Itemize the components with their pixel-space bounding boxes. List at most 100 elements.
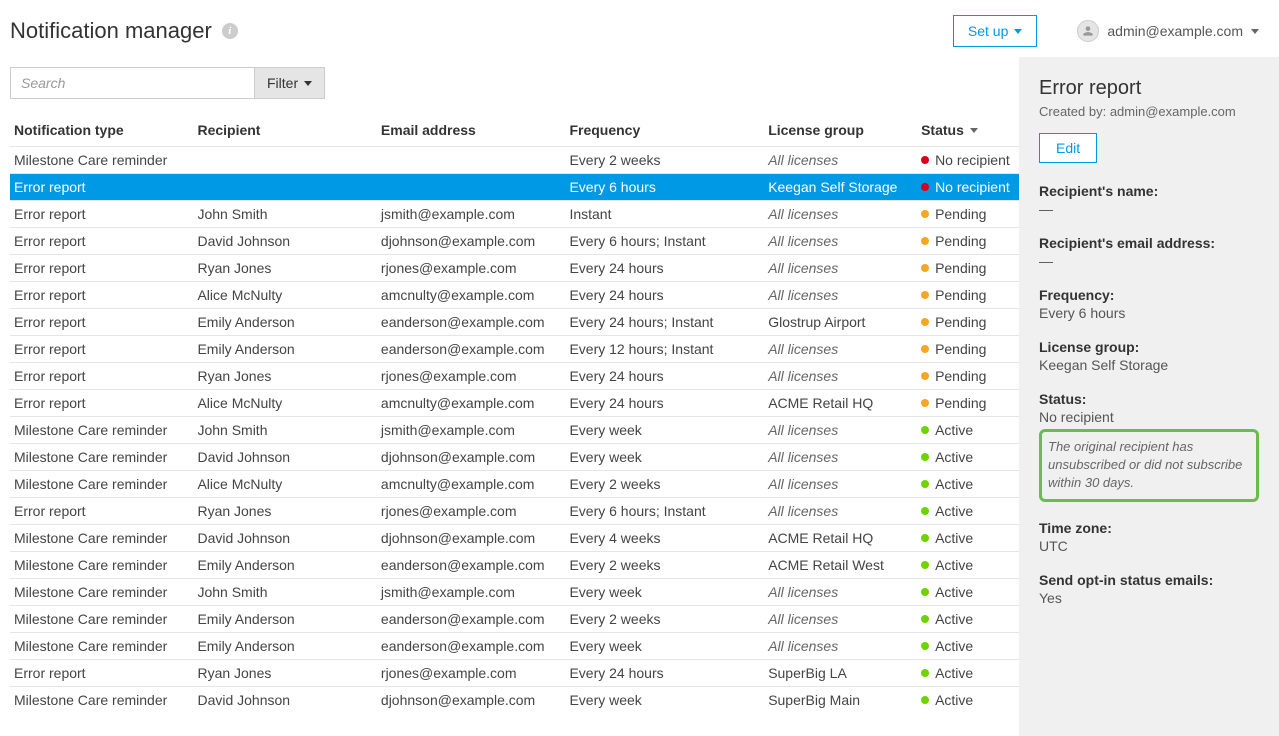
status-text: Active [935,584,973,600]
user-email: admin@example.com [1107,23,1243,39]
edit-button[interactable]: Edit [1039,133,1097,163]
table-row[interactable]: Error reportRyan Jonesrjones@example.com… [10,498,1019,525]
status-text: Pending [935,314,986,330]
recipient-email-label: Recipient's email address: [1039,235,1259,251]
filter-button[interactable]: Filter [255,67,325,99]
status-dot-icon [921,696,929,704]
col-recipient[interactable]: Recipient [193,114,376,147]
status-text: Active [935,638,973,654]
status-text: Active [935,557,973,573]
status-text: Pending [935,395,986,411]
setup-label: Set up [968,23,1008,39]
table-row[interactable]: Milestone Care reminderJohn Smithjsmith@… [10,579,1019,606]
col-type[interactable]: Notification type [10,114,193,147]
chevron-down-icon [1251,29,1259,34]
status-text: Active [935,692,973,708]
col-frequency[interactable]: Frequency [565,114,764,147]
status-dot-icon [921,318,929,326]
table-row[interactable]: Milestone Care reminderEmily Andersonean… [10,606,1019,633]
col-email[interactable]: Email address [377,114,566,147]
detail-created-by: Created by: admin@example.com [1039,104,1259,119]
status-dot-icon [921,480,929,488]
recipient-name-value: — [1039,201,1259,217]
table-row[interactable]: Milestone Care reminderDavid Johnsondjoh… [10,687,1019,714]
status-dot-icon [921,453,929,461]
table-row[interactable]: Error reportEmily Andersoneanderson@exam… [10,336,1019,363]
col-license[interactable]: License group [764,114,917,147]
status-text: Pending [935,368,986,384]
col-status[interactable]: Status [917,114,1019,147]
table-row[interactable]: Error reportRyan Jonesrjones@example.com… [10,255,1019,282]
frequency-value: Every 6 hours [1039,305,1259,321]
status-text: Active [935,422,973,438]
status-text: Pending [935,287,986,303]
recipient-email-value: — [1039,253,1259,269]
col-status-label: Status [921,122,964,138]
table-row[interactable]: Milestone Care reminderEmily Andersonean… [10,552,1019,579]
status-dot-icon [921,615,929,623]
table-row[interactable]: Error reportRyan Jonesrjones@example.com… [10,660,1019,687]
user-menu[interactable]: admin@example.com [1077,20,1259,42]
status-text: Pending [935,206,986,222]
status-dot-icon [921,264,929,272]
status-dot-icon [921,534,929,542]
license-label: License group: [1039,339,1259,355]
status-dot-icon [921,669,929,677]
page-header: Notification manager i Set up admin@exam… [0,0,1279,57]
page-title: Notification manager [10,18,212,44]
status-text: Active [935,611,973,627]
table-row[interactable]: Error reportEmily Andersoneanderson@exam… [10,309,1019,336]
status-dot-icon [921,156,929,164]
license-value: Keegan Self Storage [1039,357,1259,373]
status-dot-icon [921,210,929,218]
filter-label: Filter [267,75,298,91]
table-row[interactable]: Error reportDavid Johnsondjohnson@exampl… [10,228,1019,255]
status-dot-icon [921,507,929,515]
table-header-row: Notification type Recipient Email addres… [10,114,1019,147]
table-row[interactable]: Milestone Care reminderEvery 2 weeksAll … [10,147,1019,174]
status-text: No recipient [935,179,1010,195]
table-row[interactable]: Error reportJohn Smithjsmith@example.com… [10,201,1019,228]
search-input[interactable] [10,67,255,99]
status-text: Pending [935,233,986,249]
timezone-label: Time zone: [1039,520,1259,536]
table-row[interactable]: Milestone Care reminderEmily Andersonean… [10,633,1019,660]
status-text: Active [935,476,973,492]
status-text: No recipient [935,152,1010,168]
chevron-down-icon [970,128,978,133]
status-dot-icon [921,561,929,569]
chevron-down-icon [1014,29,1022,34]
toolbar: Filter [10,67,1019,99]
status-dot-icon [921,588,929,596]
table-row[interactable]: Milestone Care reminderDavid Johnsondjoh… [10,525,1019,552]
setup-button[interactable]: Set up [953,15,1037,47]
table-row[interactable]: Milestone Care reminderAlice McNultyamcn… [10,471,1019,498]
table-row[interactable]: Error reportAlice McNultyamcnulty@exampl… [10,282,1019,309]
info-icon[interactable]: i [222,23,238,39]
optin-value: Yes [1039,590,1259,606]
status-dot-icon [921,291,929,299]
recipient-name-label: Recipient's name: [1039,183,1259,199]
avatar [1077,20,1099,42]
detail-panel: Error report Created by: admin@example.c… [1019,57,1279,736]
status-note: The original recipient has unsubscribed … [1039,429,1259,502]
optin-label: Send opt-in status emails: [1039,572,1259,588]
status-dot-icon [921,372,929,380]
detail-title: Error report [1039,77,1259,100]
status-text: Active [935,503,973,519]
status-dot-icon [921,345,929,353]
status-dot-icon [921,183,929,191]
frequency-label: Frequency: [1039,287,1259,303]
table-row[interactable]: Milestone Care reminderDavid Johnsondjoh… [10,444,1019,471]
notifications-table: Notification type Recipient Email addres… [10,114,1019,713]
status-dot-icon [921,642,929,650]
status-text: Active [935,449,973,465]
table-row[interactable]: Milestone Care reminderJohn Smithjsmith@… [10,417,1019,444]
table-row[interactable]: Error reportRyan Jonesrjones@example.com… [10,363,1019,390]
status-text: Active [935,530,973,546]
table-row[interactable]: Error reportAlice McNultyamcnulty@exampl… [10,390,1019,417]
status-dot-icon [921,237,929,245]
chevron-down-icon [304,81,312,86]
status-text: Pending [935,341,986,357]
table-row[interactable]: Error reportEvery 6 hoursKeegan Self Sto… [10,174,1019,201]
